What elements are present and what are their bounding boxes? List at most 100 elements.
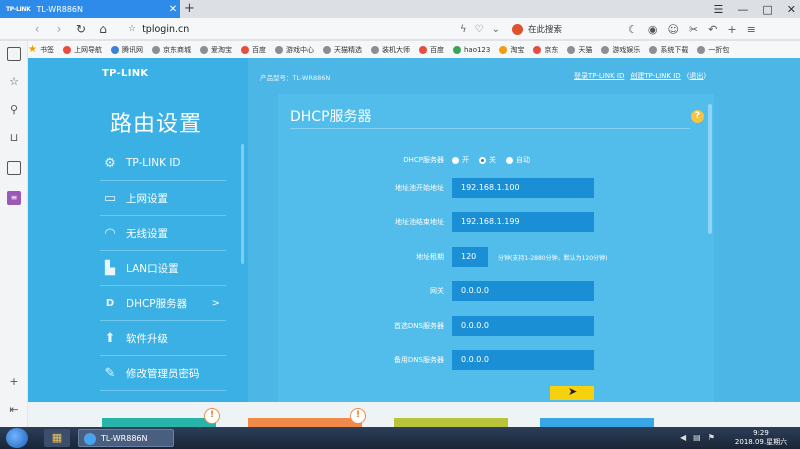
menu-item-label: 修改管理员密码 bbox=[126, 367, 200, 380]
pool-start-input[interactable]: 192.168.1.100 bbox=[452, 178, 594, 198]
star-icon: ★ bbox=[28, 44, 37, 55]
file-explorer-icon[interactable]: ▦ bbox=[44, 429, 70, 447]
app-management-tab[interactable] bbox=[394, 418, 508, 427]
primary-dns-row: 首选DNS服务器 0.0.0.0 bbox=[278, 316, 714, 337]
bookmarks-bar: ★ 书签 上网导航 腾讯网 京东商城 爱淘宝 百度 游戏中心 天猫精选 装机大师 … bbox=[28, 41, 800, 58]
network-icon[interactable]: ▤ bbox=[693, 433, 701, 442]
bookmark-icon bbox=[452, 45, 461, 54]
add-icon[interactable]: + bbox=[7, 375, 21, 389]
bookmark-item[interactable]: 腾讯网 bbox=[110, 45, 143, 55]
search-engine-icon[interactable] bbox=[512, 23, 523, 35]
network-status-tab[interactable] bbox=[102, 418, 216, 427]
device-management-tab[interactable] bbox=[248, 418, 362, 427]
gear-icon: ⚙ bbox=[104, 155, 116, 171]
close-window-button[interactable]: ✕ bbox=[787, 3, 796, 16]
create-tp-link-id-link[interactable]: 创建TP-LINK ID bbox=[630, 71, 680, 81]
bookmark-item[interactable]: 上网导航 bbox=[62, 45, 102, 55]
live-icon[interactable] bbox=[7, 161, 21, 175]
bookmark-item[interactable]: 百度 bbox=[418, 45, 444, 55]
bookmark-item[interactable]: ★ 书签 bbox=[28, 44, 54, 55]
forward-arrow-icon[interactable]: › bbox=[48, 22, 70, 36]
bookmark-item[interactable]: 装机大师 bbox=[370, 45, 410, 55]
menu-item-internet-settings[interactable]: ▭ 上网设置 bbox=[100, 181, 226, 216]
bookmark-item[interactable]: hao123 bbox=[452, 45, 490, 54]
game-icon[interactable]: ◉ bbox=[648, 23, 658, 36]
maximize-button[interactable]: □ bbox=[762, 3, 772, 16]
menu-item-firmware-upgrade[interactable]: ⬆ 软件升级 bbox=[100, 321, 226, 356]
lightning-icon[interactable]: ϟ bbox=[460, 24, 467, 35]
taskbar-browser-app[interactable]: TL-WR886N bbox=[78, 429, 174, 447]
address-url[interactable]: tplogin.cn bbox=[142, 24, 452, 35]
tp-link-favicon: TP-LINK bbox=[6, 5, 31, 13]
bookmark-item[interactable]: 淘宝 bbox=[499, 45, 524, 55]
flag-icon[interactable]: ⚑ bbox=[708, 433, 715, 442]
search-input[interactable]: 在此搜索 bbox=[528, 23, 562, 35]
router-settings-tab[interactable] bbox=[540, 418, 654, 427]
taskbar-clock[interactable]: 9:29 2018.09.星期六 bbox=[730, 429, 792, 447]
new-tab-button[interactable]: + bbox=[184, 1, 195, 16]
moon-icon[interactable]: ☾ bbox=[628, 23, 638, 36]
reader-icon[interactable] bbox=[7, 47, 21, 61]
scissors-icon[interactable]: ✂ bbox=[689, 23, 698, 36]
search-icon[interactable]: ⚲ bbox=[7, 103, 21, 117]
logout-link[interactable]: (退出) bbox=[687, 71, 706, 81]
search-box[interactable]: 在此搜索 bbox=[512, 21, 622, 37]
menu-item-change-admin-password[interactable]: ✎ 修改管理员密码 bbox=[100, 356, 226, 391]
secondary-dns-input[interactable]: 0.0.0.0 bbox=[452, 350, 594, 370]
home-icon[interactable]: ⌂ bbox=[92, 22, 114, 36]
refresh-icon[interactable]: ↻ bbox=[70, 22, 92, 36]
upgrade-arrow-icon: ⬆ bbox=[104, 330, 116, 346]
bookmark-item[interactable]: 百度 bbox=[240, 45, 266, 55]
bookmark-item[interactable]: 系统下载 bbox=[649, 45, 688, 55]
menu-item-label: 上网设置 bbox=[126, 192, 168, 205]
tab-title: TL-WR886N bbox=[36, 4, 84, 14]
pool-end-input[interactable]: 192.168.1.199 bbox=[452, 212, 594, 232]
radio-auto[interactable]: 自动 bbox=[506, 155, 530, 165]
menu-icon[interactable]: ☰ bbox=[714, 3, 724, 16]
bookmark-item[interactable]: 天猫 bbox=[567, 45, 592, 55]
bookmark-item[interactable]: 游戏娱乐 bbox=[601, 45, 640, 55]
gateway-input[interactable]: 0.0.0.0 bbox=[452, 281, 594, 301]
help-icon[interactable]: ? bbox=[691, 110, 704, 123]
router-header: 产品型号：TL-WR886N 登录TP-LINK ID 创建TP-LINK ID… bbox=[248, 58, 800, 94]
browser-tab-active[interactable]: TP-LINK TL-WR886N ✕ bbox=[0, 0, 180, 18]
minimize-button[interactable]: — bbox=[737, 3, 748, 16]
collapse-sidebar-icon[interactable]: ⇤ bbox=[7, 403, 21, 417]
star-icon[interactable]: ☆ bbox=[7, 75, 21, 89]
page-info-icon[interactable]: ☆ bbox=[128, 24, 136, 34]
radio-off[interactable]: 关 bbox=[479, 155, 496, 165]
start-button[interactable] bbox=[6, 428, 28, 448]
back-arrow-icon[interactable]: ‹ bbox=[26, 22, 48, 36]
radio-selected-icon bbox=[479, 156, 486, 164]
notes-icon[interactable]: ≡ bbox=[7, 191, 21, 205]
bookmark-item[interactable]: 一折包 bbox=[697, 45, 729, 55]
undo-icon[interactable]: ↶ bbox=[708, 23, 717, 36]
tab-close-icon[interactable]: ✕ bbox=[166, 4, 180, 15]
menu-item-wireless-settings[interactable]: ◠ 无线设置 bbox=[100, 216, 226, 251]
login-tp-link-id-link[interactable]: 登录TP-LINK ID bbox=[574, 71, 624, 81]
bookmark-item[interactable]: 京东 bbox=[533, 45, 558, 55]
address-bar[interactable]: ☆ tplogin.cn ϟ ♡ ⌄ bbox=[128, 21, 500, 37]
speaker-icon[interactable]: ◀ bbox=[680, 433, 686, 442]
bookmark-icon bbox=[601, 45, 610, 54]
favorite-icon[interactable]: ♡ bbox=[475, 24, 484, 35]
menu-item-tp-link-id[interactable]: ⚙ TP-LINK ID bbox=[100, 146, 226, 181]
bookmark-item[interactable]: 爱淘宝 bbox=[199, 45, 232, 55]
user-icon[interactable]: ☺ bbox=[667, 23, 678, 36]
dropdown-chevron-icon[interactable]: ⌄ bbox=[492, 24, 500, 35]
lease-time-input[interactable]: 120 bbox=[452, 247, 488, 267]
menu-item-dhcp-server[interactable]: D DHCP服务器 > bbox=[100, 286, 226, 321]
menu-lines-icon[interactable]: ≡ bbox=[747, 23, 756, 36]
bookmark-item[interactable]: 天猫精选 bbox=[322, 45, 362, 55]
radio-on[interactable]: 开 bbox=[452, 155, 469, 165]
bookmark-item[interactable]: 京东商城 bbox=[151, 45, 191, 55]
bookmark-icon bbox=[110, 45, 119, 54]
cart-icon[interactable]: ⊔ bbox=[7, 131, 21, 145]
menu-item-lan-settings[interactable]: ▙ LAN口设置 bbox=[100, 251, 226, 286]
warning-badge: ! bbox=[204, 408, 220, 424]
add-icon[interactable]: + bbox=[727, 23, 736, 36]
sidebar-scrollbar[interactable] bbox=[241, 144, 244, 264]
mouse-cursor-icon: ➤ bbox=[568, 385, 578, 398]
bookmark-item[interactable]: 游戏中心 bbox=[274, 45, 314, 55]
primary-dns-input[interactable]: 0.0.0.0 bbox=[452, 316, 594, 336]
